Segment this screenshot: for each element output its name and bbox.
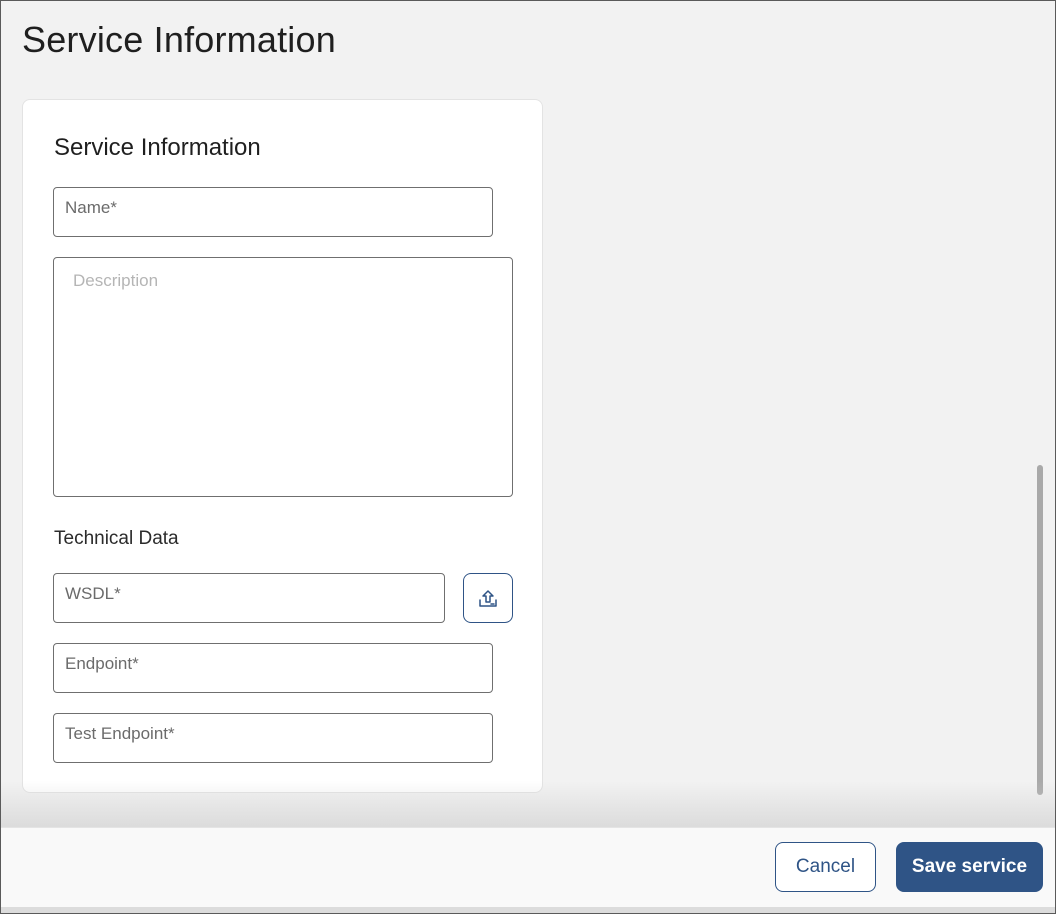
endpoint-field[interactable]: Endpoint* bbox=[53, 643, 493, 693]
wsdl-field[interactable]: WSDL* bbox=[53, 573, 445, 623]
test-endpoint-input[interactable] bbox=[65, 736, 481, 754]
test-endpoint-field[interactable]: Test Endpoint* bbox=[53, 713, 493, 763]
app-window: Service Information Service Information … bbox=[0, 0, 1056, 914]
wsdl-upload-button[interactable] bbox=[463, 573, 513, 623]
footer-bottom-bar bbox=[1, 907, 1055, 913]
action-footer: Cancel Save service bbox=[1, 827, 1055, 907]
upload-icon bbox=[479, 590, 497, 607]
cancel-button[interactable]: Cancel bbox=[775, 842, 876, 892]
endpoint-input[interactable] bbox=[65, 666, 481, 684]
technical-data-heading: Technical Data bbox=[54, 528, 179, 549]
wsdl-input[interactable] bbox=[65, 596, 433, 614]
card-title: Service Information bbox=[54, 134, 261, 161]
name-field[interactable]: Name* bbox=[53, 187, 493, 237]
page-title: Service Information bbox=[22, 19, 336, 60]
vertical-scrollbar[interactable] bbox=[1037, 465, 1043, 795]
description-textarea[interactable] bbox=[54, 258, 512, 496]
save-service-button[interactable]: Save service bbox=[896, 842, 1043, 892]
footer-shadow bbox=[1, 781, 1055, 827]
description-field[interactable] bbox=[53, 257, 513, 497]
name-input[interactable] bbox=[65, 210, 481, 228]
service-information-card: Service Information Name* Technical Data… bbox=[22, 99, 543, 793]
